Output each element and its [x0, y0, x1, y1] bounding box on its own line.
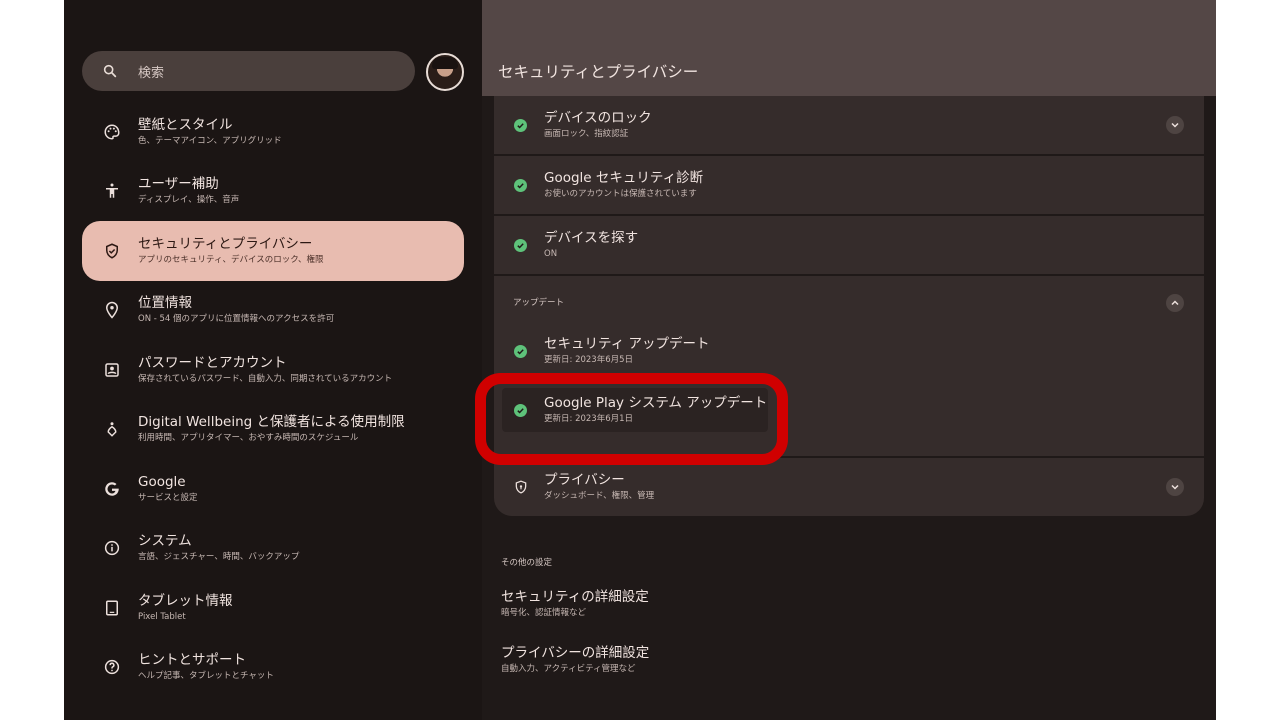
- sidebar-nav: 壁紙とスタイル色、テーマアイコン、アプリグリッド ユーザー補助ディスプレイ、操作…: [82, 102, 464, 697]
- settings-screen: 検索 壁紙とスタイル色、テーマアイコン、アプリグリッド ユーザー補助ディスプレイ…: [64, 0, 1216, 720]
- highlight-annotation: [475, 373, 788, 465]
- row-sub: 画面ロック、指紋認証: [544, 129, 629, 139]
- row-sub: 更新日: 2023年6月5日: [544, 355, 634, 365]
- row-privacy[interactable]: プライバシー ダッシュボード、権限、管理: [494, 458, 1204, 516]
- info-icon: [102, 538, 122, 558]
- account-box-icon: [102, 360, 122, 380]
- check-circle-icon: [514, 178, 527, 192]
- chevron-up-icon[interactable]: [1166, 294, 1184, 312]
- sidebar-item-sub: サービスと設定: [138, 492, 198, 503]
- sidebar-item-digital-wellbeing[interactable]: Digital Wellbeing と保護者による使用制限利用時間、アプリタイマ…: [82, 400, 464, 460]
- accessibility-icon: [102, 181, 122, 201]
- sidebar-item-sub: ディスプレイ、操作、音声: [138, 195, 240, 206]
- row-sub: ON: [544, 249, 558, 259]
- chevron-down-icon[interactable]: [1166, 116, 1184, 134]
- avatar[interactable]: [426, 53, 464, 91]
- row-label: デバイスを探す: [544, 230, 639, 246]
- row-label: プライバシーの詳細設定: [501, 645, 650, 661]
- page-header: セキュリティとプライバシー: [482, 0, 1216, 96]
- search-icon: [103, 64, 117, 78]
- sidebar-item-sub: ON - 54 個のアプリに位置情報へのアクセスを許可: [138, 314, 335, 325]
- tablet-icon: [102, 598, 122, 618]
- other-section-title: その他の設定: [501, 558, 553, 568]
- row-device-lock[interactable]: デバイスのロック画面ロック、指紋認証: [494, 96, 1204, 154]
- row-sub: 暗号化、認証情報など: [501, 608, 587, 618]
- shield-lock-icon: [514, 480, 528, 494]
- location-pin-icon: [102, 300, 122, 320]
- check-circle-icon: [514, 238, 527, 252]
- sidebar-item-label: Google: [138, 473, 186, 490]
- other-settings: その他の設定 セキュリティの詳細設定 暗号化、認証情報など プライバシーの詳細設…: [501, 556, 649, 700]
- sidebar-item-sub: 保存されているパスワード、自動入力、同期されているアカウント: [138, 373, 393, 384]
- sidebar-item-tips-support[interactable]: ヒントとサポートヘルプ記事、タブレットとチャット: [82, 638, 464, 698]
- chevron-down-icon[interactable]: [1166, 478, 1184, 496]
- row-find-device[interactable]: デバイスを探す ON: [494, 216, 1204, 274]
- detail-pane: セキュリティとプライバシー デバイスのロック画面ロック、指紋認証 Google …: [482, 0, 1216, 720]
- search-placeholder: 検索: [138, 65, 165, 81]
- row-label: セキュリティの詳細設定: [501, 589, 649, 605]
- sidebar-item-label: ヒントとサポート: [138, 652, 246, 669]
- sidebar-item-tablet-info[interactable]: タブレット情報 Pixel Tablet: [82, 578, 464, 638]
- sidebar-item-location[interactable]: 位置情報 ON - 54 個のアプリに位置情報へのアクセスを許可: [82, 281, 464, 341]
- sidebar-item-wallpaper[interactable]: 壁紙とスタイル色、テーマアイコン、アプリグリッド: [82, 102, 464, 162]
- sidebar-item-system[interactable]: システム言語、ジェスチャー、時間、バックアップ: [82, 519, 464, 579]
- page-title: セキュリティとプライバシー: [498, 63, 699, 81]
- sidebar-item-sub: Pixel Tablet: [138, 611, 186, 622]
- row-label: セキュリティ アップデート: [544, 336, 710, 352]
- updates-section-title: アップデート: [513, 298, 565, 308]
- sidebar-item-sub: 色、テーマアイコン、アプリグリッド: [138, 135, 282, 146]
- palette-icon: [102, 122, 122, 142]
- check-circle-icon: [514, 118, 527, 132]
- wellbeing-icon: [102, 419, 122, 439]
- row-sub: ダッシュボード、権限、管理: [544, 491, 655, 501]
- row-label: デバイスのロック: [544, 110, 652, 126]
- row-google-security-checkup[interactable]: Google セキュリティ診断お使いのアカウントは保護されています: [494, 156, 1204, 214]
- sidebar-item-security-privacy[interactable]: セキュリティとプライバシーアプリのセキュリティ、デバイスのロック、権限: [82, 221, 464, 281]
- row-label: プライバシー: [544, 472, 625, 488]
- row-sub: 自動入力、アクティビティ管理など: [501, 664, 636, 674]
- sidebar-item-accessibility[interactable]: ユーザー補助ディスプレイ、操作、音声: [82, 162, 464, 222]
- sidebar-item-label: 壁紙とスタイル: [138, 116, 233, 133]
- row-label: Google セキュリティ診断: [544, 170, 704, 186]
- google-icon: [102, 479, 122, 499]
- row-advanced-privacy[interactable]: プライバシーの詳細設定 自動入力、アクティビティ管理など: [501, 644, 649, 676]
- sidebar-item-passwords-accounts[interactable]: パスワードとアカウント保存されているパスワード、自動入力、同期されているアカウン…: [82, 340, 464, 400]
- shield-check-icon: [102, 241, 122, 261]
- sidebar-item-label: Digital Wellbeing と保護者による使用制限: [138, 414, 405, 431]
- check-circle-icon: [514, 344, 527, 358]
- row-sub: お使いのアカウントは保護されています: [544, 189, 697, 199]
- sidebar-item-label: 位置情報: [138, 295, 192, 312]
- settings-sidebar: 検索 壁紙とスタイル色、テーマアイコン、アプリグリッド ユーザー補助ディスプレイ…: [64, 0, 482, 720]
- search-bar[interactable]: 検索: [82, 51, 415, 91]
- row-security-update[interactable]: セキュリティ アップデート更新日: 2023年6月5日: [494, 329, 1204, 373]
- sidebar-item-label: ユーザー補助: [138, 176, 219, 193]
- row-advanced-security[interactable]: セキュリティの詳細設定 暗号化、認証情報など: [501, 588, 649, 620]
- sidebar-item-label: システム: [138, 533, 192, 550]
- sidebar-item-label: セキュリティとプライバシー: [138, 235, 313, 252]
- sidebar-item-sub: 利用時間、アプリタイマー、おやすみ時間のスケジュール: [138, 433, 359, 444]
- help-icon: [102, 657, 122, 677]
- sidebar-item-sub: ヘルプ記事、タブレットとチャット: [138, 671, 274, 682]
- sidebar-item-sub: 言語、ジェスチャー、時間、バックアップ: [138, 552, 300, 563]
- sidebar-item-google[interactable]: Google サービスと設定: [82, 459, 464, 519]
- sidebar-item-label: タブレット情報: [138, 592, 233, 609]
- sidebar-item-sub: アプリのセキュリティ、デバイスのロック、権限: [138, 254, 324, 265]
- sidebar-item-label: パスワードとアカウント: [138, 354, 287, 371]
